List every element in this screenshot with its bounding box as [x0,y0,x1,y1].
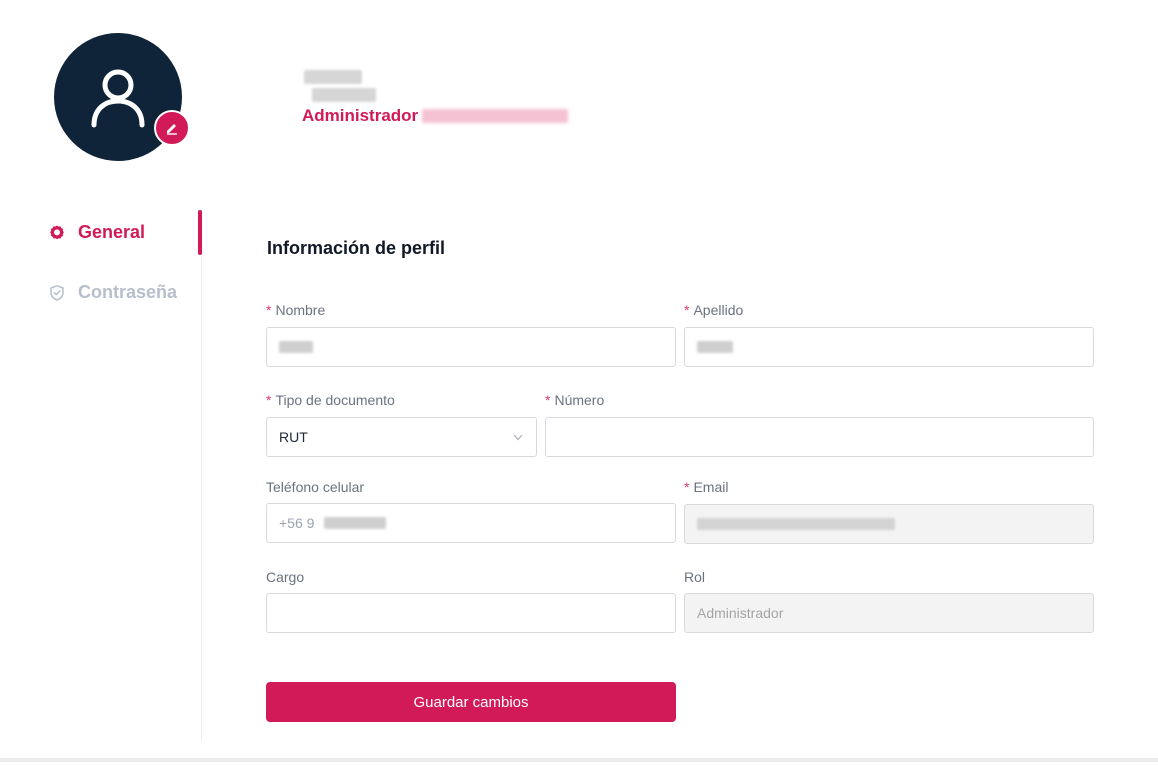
nombre-field[interactable] [266,327,676,367]
apellido-value-redacted [697,341,733,353]
rol-field[interactable]: Administrador [684,593,1094,633]
profile-card: Administrador General Contraseña Informa… [0,0,1158,762]
save-button[interactable]: Guardar cambios [266,682,676,722]
email-label: * Email [684,479,729,495]
telefono-label: Teléfono celular [266,479,365,495]
shield-check-icon [48,284,66,302]
cargo-field[interactable] [266,593,676,633]
sidebar-item-label: General [78,222,146,242]
sidebar-item-contrasena[interactable]: Contraseña [48,282,177,303]
apellido-field[interactable] [684,327,1094,367]
numero-label: * Número [545,392,605,408]
sidebar-item-general[interactable]: General [48,222,145,243]
chevron-down-icon [513,434,523,441]
telefono-value-redacted [324,517,387,529]
sidebar-item-label: Contraseña [78,282,178,302]
sidebar: General Contraseña [0,210,202,740]
phone-prefix: +56 9 [279,515,315,531]
tipo-documento-label: * Tipo de documento [266,392,395,408]
tipo-documento-value: RUT [279,429,308,445]
rol-label: Rol [684,569,706,585]
email-field[interactable] [684,504,1094,544]
pencil-icon [167,124,177,135]
edit-avatar-button[interactable] [154,110,190,146]
user-name [304,68,438,102]
apellido-label: * Apellido [684,302,744,318]
active-indicator [198,210,202,255]
user-role: Administrador [302,106,569,126]
user-icon [91,69,145,128]
user-role-label: Administrador [302,106,419,125]
section-title: Información de perfil [267,238,446,258]
nombre-label: * Nombre [266,302,326,318]
cargo-label: Cargo [266,569,305,585]
user-company-redacted [422,109,569,123]
gear-icon [48,224,66,242]
email-value-redacted [697,518,895,530]
nombre-value-redacted [279,341,313,353]
telefono-field[interactable]: +56 9 [266,503,676,543]
rol-value: Administrador [697,605,784,621]
numero-field[interactable] [545,417,1094,457]
tipo-documento-select[interactable]: RUT [266,417,537,457]
